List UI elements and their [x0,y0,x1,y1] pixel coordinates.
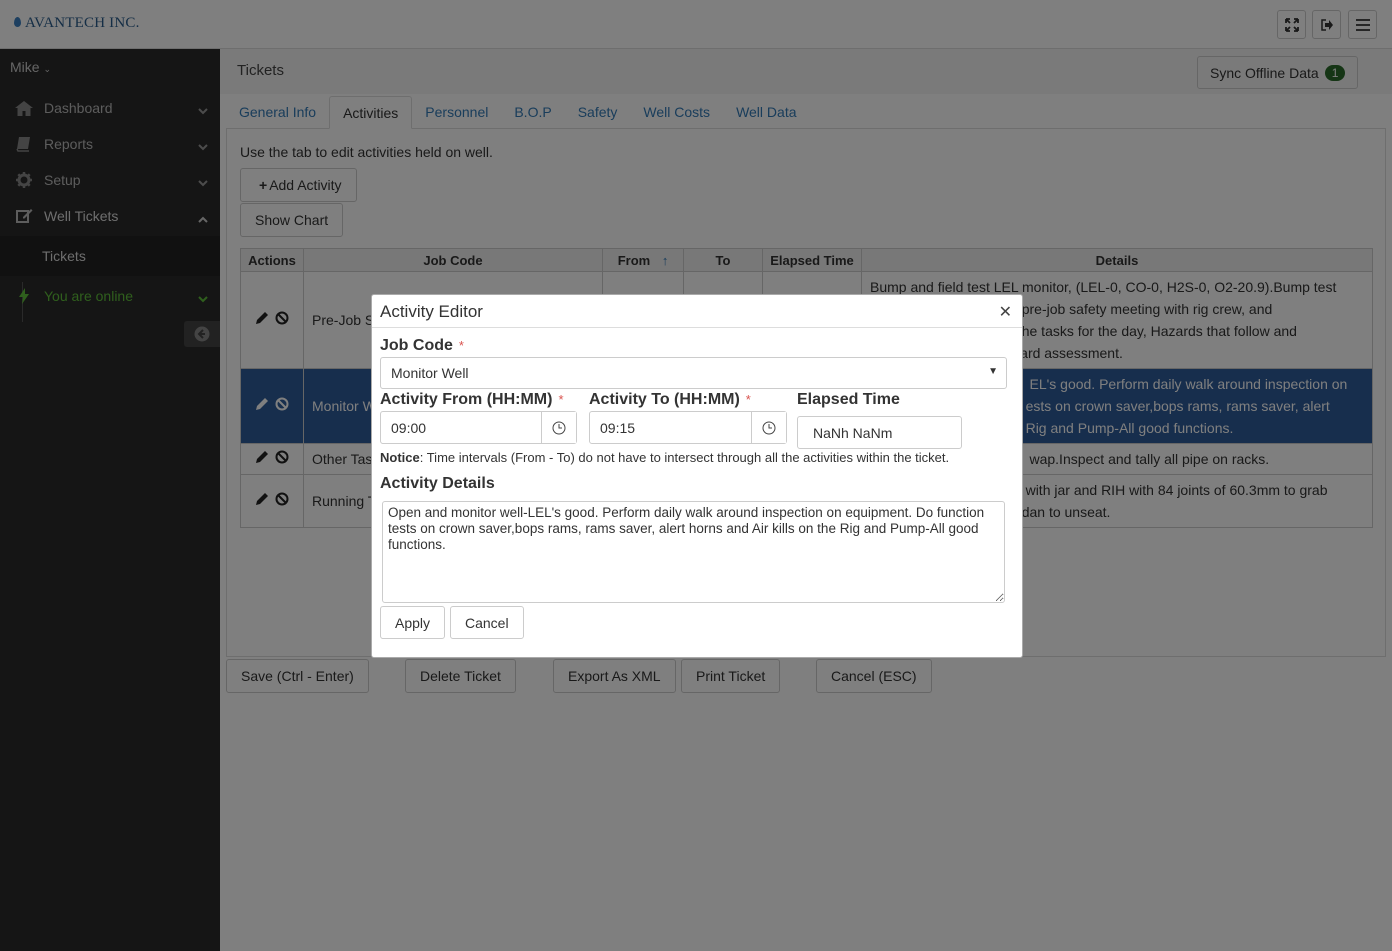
elapsed-time-field: NaNh NaNm [797,416,962,449]
job-code-label-text: Job Code [380,337,453,354]
activity-to-label: Activity To (HH:MM) * [589,391,751,409]
cancel-button[interactable]: Cancel [450,606,524,639]
activity-from-input[interactable]: 09:00 [380,411,577,444]
job-code-value: Monitor Well [391,365,469,381]
job-code-select[interactable]: Monitor Well ▼ [380,357,1007,389]
caret-down-icon: ▼ [988,366,998,377]
activity-details-textarea[interactable]: Open and monitor well-LEL's good. Perfor… [382,501,1005,603]
close-icon[interactable]: ✕ [999,302,1012,322]
activity-from-value: 09:00 [391,419,427,436]
activity-editor-dialog: Activity Editor ✕ Job Code * Monitor Well… [371,294,1023,658]
dialog-header: Activity Editor ✕ [372,295,1022,328]
activity-to-label-text: Activity To (HH:MM) [589,391,740,408]
dialog-title: Activity Editor [380,302,483,321]
activity-from-label-text: Activity From (HH:MM) [380,391,553,408]
required-mark: * [558,392,564,407]
activity-details-label: Activity Details [380,475,495,492]
elapsed-time-value: NaNh NaNm [813,424,893,441]
apply-button[interactable]: Apply [380,606,446,639]
clock-icon[interactable] [541,412,576,443]
elapsed-time-label: Elapsed Time [797,391,900,408]
notice-text: Notice: Time intervals (From - To) do no… [380,450,949,465]
required-mark: * [745,392,751,407]
clock-icon[interactable] [751,412,786,443]
activity-from-label: Activity From (HH:MM) * [380,391,564,409]
required-mark: * [458,338,464,353]
notice-label: Notice [380,450,420,465]
job-code-label: Job Code * [380,337,464,355]
notice-message: : Time intervals (From - To) do not have… [419,450,950,465]
activity-to-value: 09:15 [600,419,636,436]
activity-to-input[interactable]: 09:15 [589,411,787,444]
